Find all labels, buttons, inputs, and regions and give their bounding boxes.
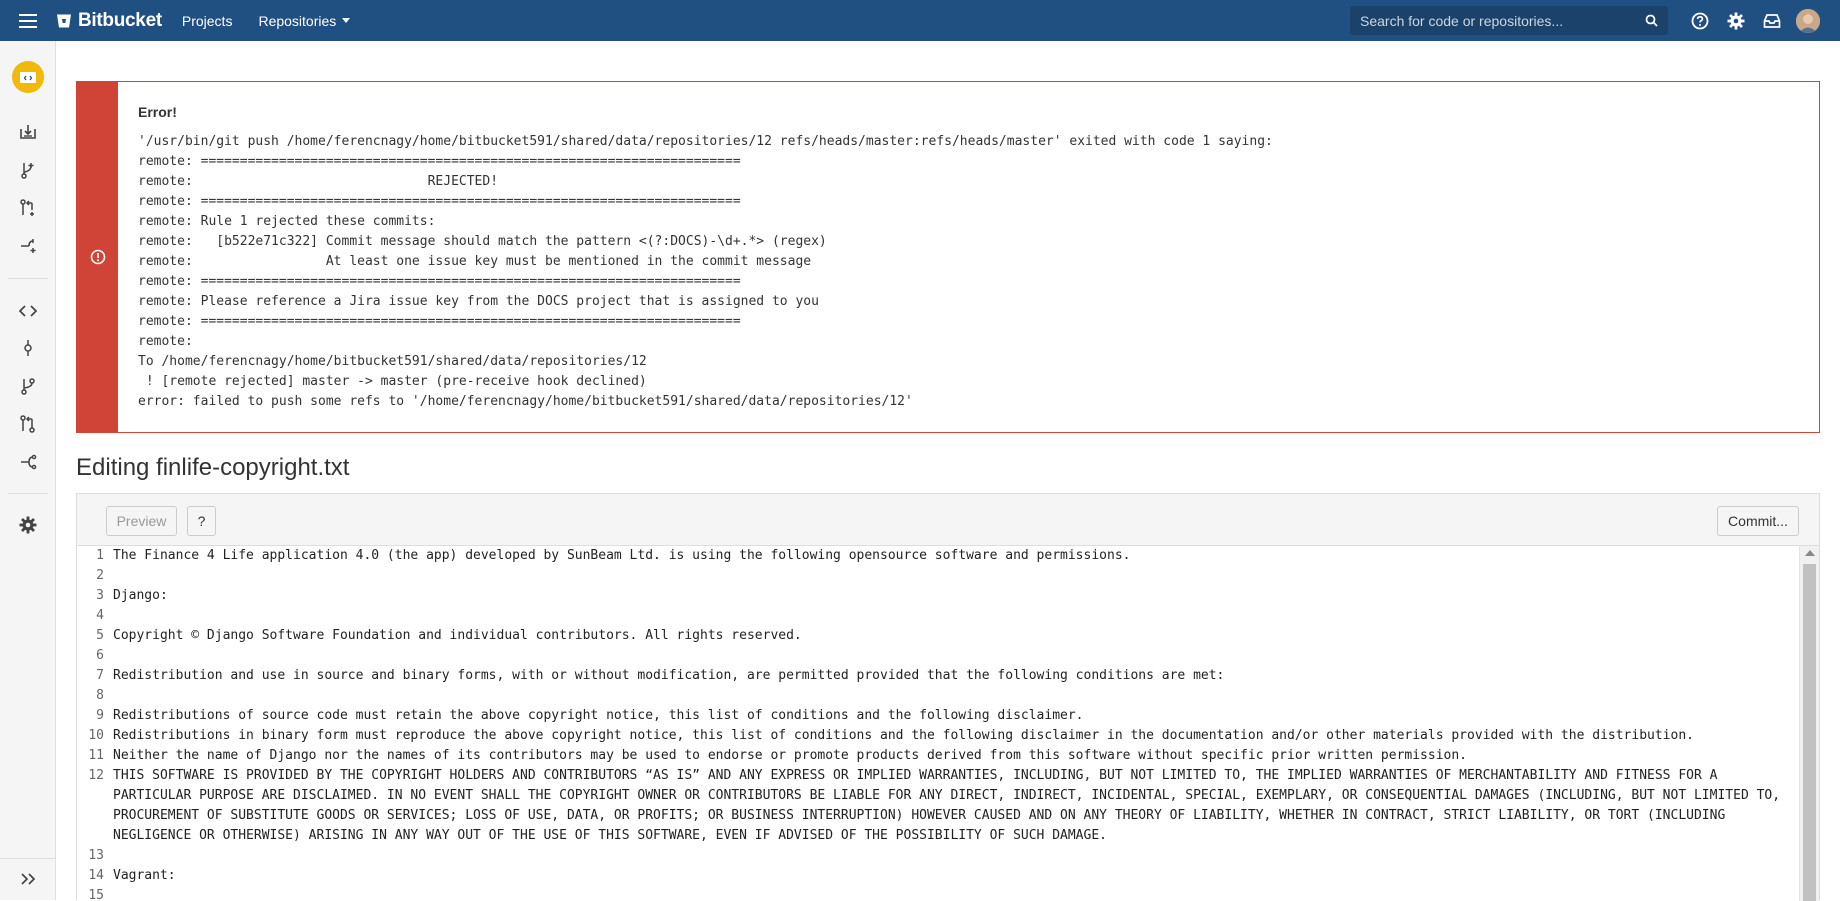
error-stripe [77, 82, 118, 432]
line-text[interactable] [113, 886, 1799, 901]
error-icon [90, 249, 105, 265]
line-number: 8 [96, 688, 104, 703]
line-number: 13 [88, 848, 104, 863]
bitbucket-logo[interactable]: Bitbucket [56, 10, 162, 32]
line-text[interactable]: Redistributions of source code must reta… [113, 706, 1799, 726]
line-number: 1 [96, 548, 104, 563]
line-text[interactable] [113, 566, 1799, 586]
preview-button[interactable]: Preview [106, 506, 177, 536]
scrollbar-thumb[interactable] [1803, 564, 1816, 901]
code-line[interactable]: 15 [77, 886, 1799, 901]
repository-sidebar [0, 41, 56, 900]
code-line[interactable]: 6 [77, 646, 1799, 666]
line-number: 6 [96, 648, 104, 663]
page-title: Editing finlife-copyright.txt [76, 454, 350, 481]
editor-scrollbar[interactable] [1799, 546, 1819, 901]
code-line[interactable]: 2 [77, 566, 1799, 586]
brand-name: Bitbucket [78, 9, 162, 31]
avatar[interactable] [1796, 8, 1820, 33]
line-number: 3 [96, 588, 104, 603]
clone-icon[interactable] [0, 115, 56, 149]
line-number: 15 [88, 888, 104, 901]
code-line[interactable]: 7 Redistribution and use in source and bi… [77, 666, 1799, 686]
create-pull-request-icon[interactable] [0, 191, 56, 225]
line-number: 2 [96, 568, 104, 583]
code-line[interactable]: 10 Redistributions in binary form must re… [77, 726, 1799, 746]
line-number: 12 [88, 768, 104, 783]
sidebar-divider [0, 858, 56, 859]
nav-projects-label: Projects [181, 12, 233, 29]
line-text[interactable] [113, 686, 1799, 706]
error-message-panel: Error! '/usr/bin/git push /home/ferencna… [76, 81, 1820, 433]
branches-icon[interactable] [0, 369, 56, 403]
top-navigation-bar: Bitbucket Projects Repositories [0, 0, 1840, 41]
pull-requests-icon[interactable] [0, 407, 56, 441]
bitbucket-logo-icon [57, 14, 71, 27]
repo-avatar-icon[interactable] [0, 55, 56, 99]
sidebar-divider [8, 278, 48, 279]
line-text[interactable] [113, 846, 1799, 866]
sidebar-divider [8, 493, 48, 494]
line-text[interactable]: Vagrant: [113, 866, 1799, 886]
code-line[interactable]: 5 Copyright © Django Software Foundation … [77, 626, 1799, 646]
source-icon[interactable] [0, 294, 56, 328]
create-branch-icon[interactable] [0, 153, 56, 187]
search-input[interactable] [1360, 12, 1645, 29]
code-line[interactable]: 14 Vagrant: [77, 866, 1799, 886]
code-line[interactable]: 13 [77, 846, 1799, 866]
nav-repositories-dropdown[interactable]: Repositories [258, 12, 351, 29]
line-number: 10 [88, 728, 104, 743]
scroll-up-arrow[interactable] [1805, 550, 1815, 556]
code-line[interactable]: 1 The Finance 4 Life application 4.0 (the… [77, 546, 1799, 566]
inbox-icon[interactable] [1754, 0, 1790, 41]
code-line[interactable]: 4 [77, 606, 1799, 626]
settings-icon[interactable] [0, 508, 56, 542]
file-editor: Preview ? Commit... 1 The Finance 4 Life … [76, 493, 1820, 901]
code-line[interactable]: 3 Django: [77, 586, 1799, 606]
line-text[interactable] [113, 646, 1799, 666]
code-line[interactable]: 12 THIS SOFTWARE IS PROVIDED BY THE COPYR… [77, 766, 1799, 846]
forks-icon[interactable] [0, 445, 56, 479]
line-number: 5 [96, 628, 104, 643]
line-number: 14 [88, 868, 104, 883]
nav-projects[interactable]: Projects [182, 13, 233, 29]
error-details: '/usr/bin/git push /home/ferencnagy/home… [138, 134, 1273, 409]
commits-icon[interactable] [0, 331, 56, 365]
commit-button[interactable]: Commit... [1717, 506, 1799, 536]
line-text[interactable]: Redistribution and use in source and bin… [113, 666, 1799, 686]
search-icon[interactable] [1645, 14, 1658, 27]
code-line[interactable]: 8 [77, 686, 1799, 706]
line-text[interactable]: Django: [113, 586, 1799, 606]
search-box [1350, 6, 1668, 35]
line-text[interactable]: The Finance 4 Life application 4.0 (the … [113, 546, 1799, 566]
line-text[interactable]: Copyright © Django Software Foundation a… [113, 626, 1799, 646]
line-number: 4 [96, 608, 104, 623]
line-number: 7 [96, 668, 104, 683]
nav-repositories-label: Repositories [258, 12, 337, 29]
help-icon[interactable] [1682, 0, 1718, 41]
line-number: 11 [88, 748, 104, 763]
error-title: Error! [138, 104, 177, 120]
editor-toolbar: Preview ? Commit... [77, 494, 1819, 546]
code-line[interactable]: 11 Neither the name of Django nor the nam… [77, 746, 1799, 766]
line-text[interactable]: Redistributions in binary form must repr… [113, 726, 1799, 746]
help-button[interactable]: ? [187, 506, 216, 536]
fork-icon[interactable] [0, 229, 56, 263]
gear-icon[interactable] [1718, 0, 1754, 41]
code-editor-area[interactable]: 1 The Finance 4 Life application 4.0 (the… [77, 546, 1799, 901]
expand-icon[interactable] [0, 862, 56, 896]
chevron-down-icon [342, 18, 351, 23]
line-text[interactable]: THIS SOFTWARE IS PROVIDED BY THE COPYRIG… [113, 766, 1799, 846]
code-line[interactable]: 9 Redistributions of source code must ret… [77, 706, 1799, 726]
line-text[interactable]: Neither the name of Django nor the names… [113, 746, 1799, 766]
line-number: 9 [96, 708, 104, 723]
menu-icon[interactable] [0, 0, 56, 41]
line-text[interactable] [113, 606, 1799, 626]
